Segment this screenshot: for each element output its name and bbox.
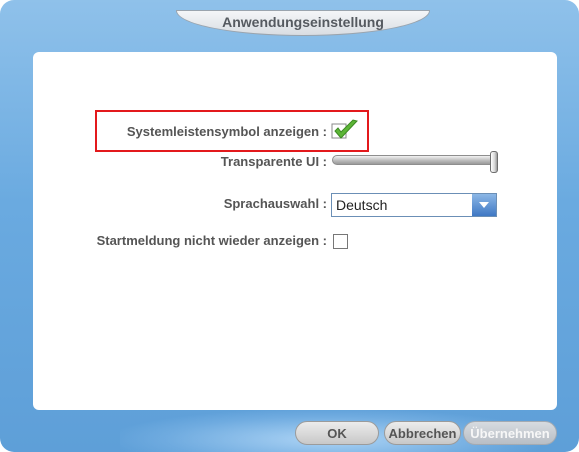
settings-window: Anwendungseinstellung Systemleistensymbo…: [0, 0, 579, 452]
title-tab: Anwendungseinstellung: [176, 10, 430, 36]
settings-panel: [33, 52, 557, 410]
chevron-down-icon: [479, 202, 489, 208]
dropdown-button[interactable]: [472, 194, 496, 216]
language-select[interactable]: Deutsch: [331, 193, 497, 217]
tray-icon-checkbox[interactable]: [331, 118, 359, 142]
language-select-value: Deutsch: [336, 197, 388, 213]
language-label: Sprachauswahl :: [223, 196, 327, 211]
transparency-slider-track[interactable]: [332, 155, 496, 165]
tray-icon-label: Systemleistensymbol anzeigen :: [126, 124, 327, 139]
window-title: Anwendungseinstellung: [222, 14, 384, 30]
checkmark-icon: [331, 119, 358, 139]
cancel-button[interactable]: Abbrechen: [384, 421, 461, 445]
ok-button[interactable]: OK: [295, 421, 379, 445]
apply-button[interactable]: Übernehmen: [463, 421, 557, 445]
transparency-label: Transparente UI :: [220, 154, 327, 169]
startup-message-checkbox[interactable]: [333, 234, 348, 249]
transparency-slider-thumb[interactable]: [490, 151, 498, 173]
startup-message-label: Startmeldung nicht wieder anzeigen :: [96, 233, 327, 248]
